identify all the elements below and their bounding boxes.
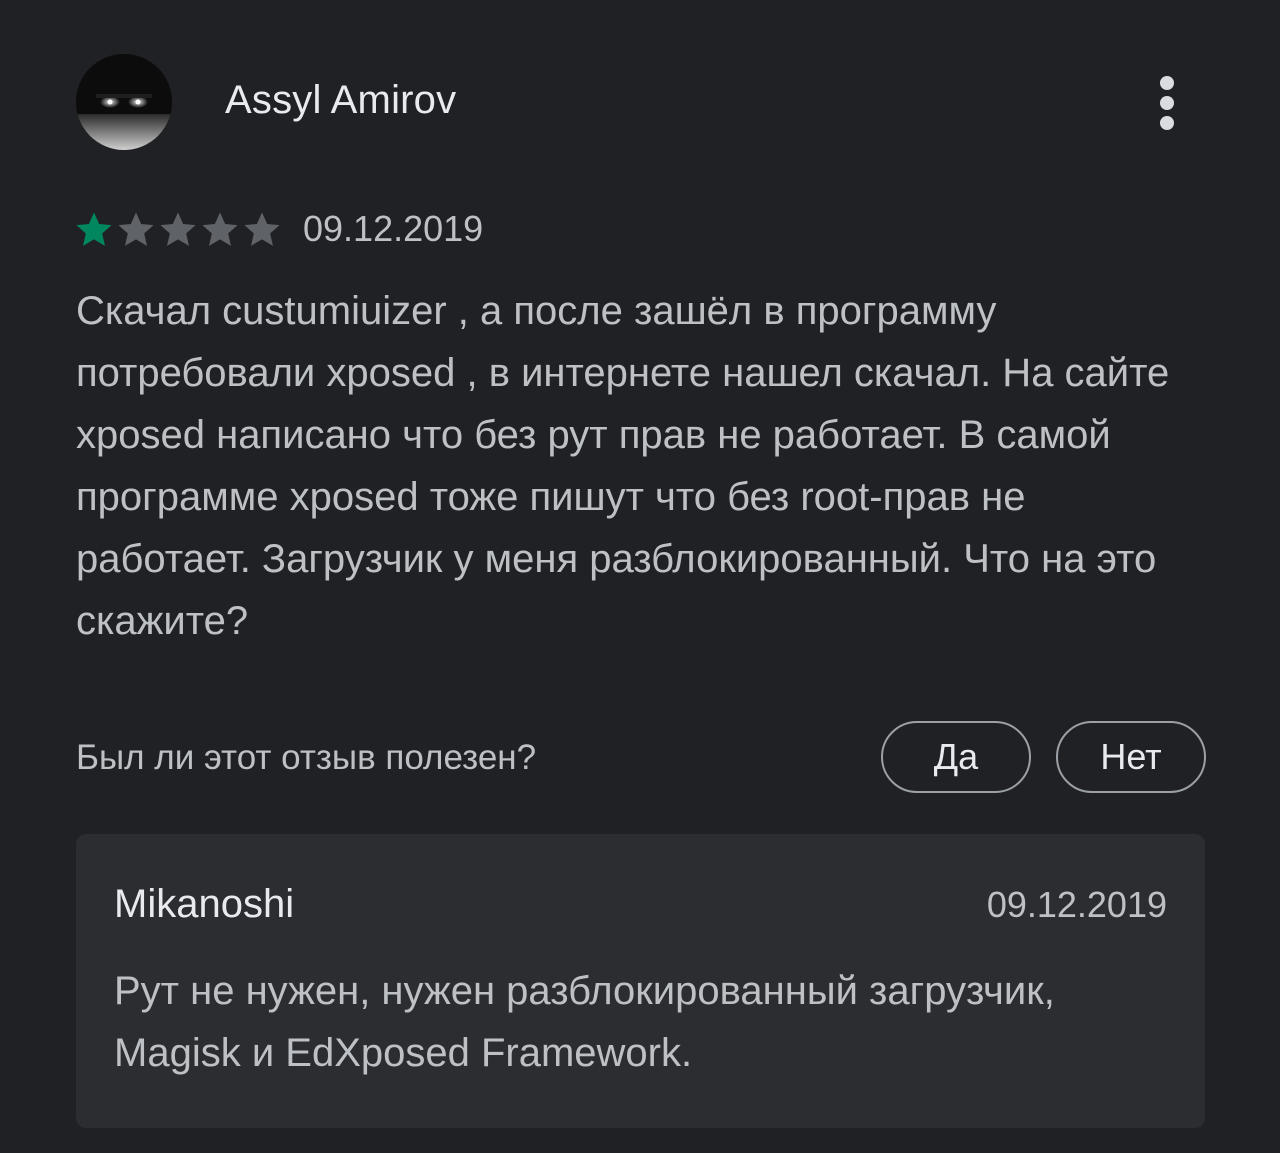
star-empty-icon	[202, 212, 238, 246]
helpful-question: Был ли этот отзыв полезен?	[76, 738, 537, 777]
reply-author: Mikanoshi	[114, 882, 295, 926]
helpful-yes-button[interactable]: Да	[881, 721, 1031, 793]
helpful-no-button[interactable]: Нет	[1056, 721, 1206, 793]
reply-date: 09.12.2019	[986, 884, 1167, 925]
more-vert-icon	[1160, 76, 1174, 90]
review-text: Скачал custumiuizer , а после зашёл в пр…	[76, 289, 1170, 643]
star-filled-icon	[76, 212, 112, 246]
more-vert-icon-dot	[1160, 96, 1174, 110]
reply-text: Рут не нужен, нужен разблокированный заг…	[114, 969, 1055, 1075]
star-empty-icon	[160, 212, 196, 246]
developer-reply: Mikanoshi 09.12.2019 Рут не нужен, нужен…	[76, 834, 1205, 1128]
more-vert-icon-dot	[1160, 116, 1174, 130]
review-date: 09.12.2019	[303, 208, 484, 249]
star-empty-icon	[118, 212, 154, 246]
avatar	[76, 54, 172, 150]
star-empty-icon	[244, 212, 280, 246]
more-options-button[interactable]	[1146, 70, 1190, 136]
review-card: Assyl Amirov 09.12.2019 Скачал custumiui…	[0, 0, 1280, 1153]
star-rating	[74, 208, 284, 252]
reviewer-name: Assyl Amirov	[225, 78, 457, 122]
